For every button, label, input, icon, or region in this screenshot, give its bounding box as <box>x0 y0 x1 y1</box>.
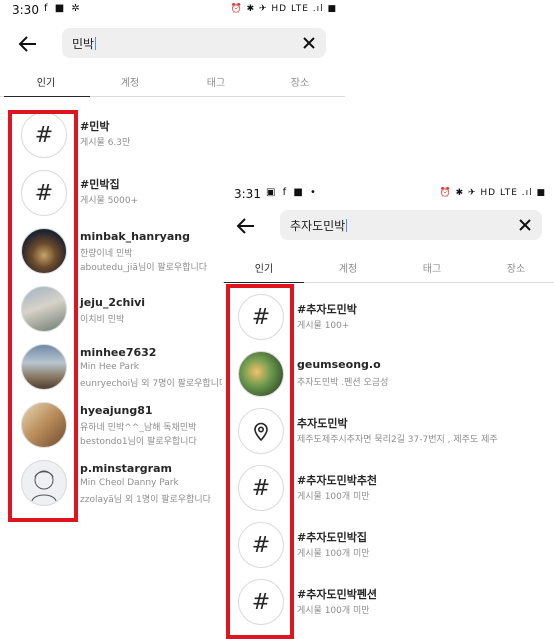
result-title: 추자도민박 <box>297 417 348 430</box>
result-subtitle: 제주도제주시추자면 묵리2길 37-7번지 , 제주도 제주 <box>297 435 498 445</box>
avatar <box>21 460 67 506</box>
list-item[interactable]: geumseong.o 추자도민박 .펜션 오금성 <box>222 345 554 403</box>
list-item[interactable]: # #추자도민박 게시물 100+ <box>222 288 554 346</box>
hashtag-icon: # <box>238 579 284 625</box>
result-title: #추자도민박펜션 <box>297 588 378 601</box>
pin-glyph <box>254 422 268 441</box>
screen-2: 3:31 ▣ f ■ • ⏰ ✱ ✈ HD LTE .ıl ■ 추자도민박 인기… <box>222 180 554 639</box>
result-subtitle: 추자도민박 .펜션 오금성 <box>297 378 389 388</box>
avatar <box>21 344 67 390</box>
sketch-portrait-icon <box>31 470 57 502</box>
avatar <box>238 351 284 397</box>
clear-icon[interactable] <box>518 218 532 232</box>
clear-icon[interactable] <box>302 36 316 50</box>
result-subtitle: 게시물 100개 미만 <box>297 549 370 559</box>
tab-tags[interactable]: 태그 <box>402 260 462 275</box>
notification-icons: f ■ ✲ <box>44 3 82 14</box>
result-subtitle: 이치비 민박 <box>80 315 125 325</box>
status-time: 3:31 <box>234 187 261 201</box>
result-subtitle: 게시물 5000+ <box>80 196 139 206</box>
result-title: minbak_hanryang <box>80 230 190 243</box>
result-title: p.minstargram <box>80 462 172 475</box>
hashtag-icon: # <box>21 170 67 216</box>
list-item[interactable]: # #추자도민박추천 게시물 100개 미만 <box>222 459 554 517</box>
hashtag-icon: # <box>238 522 284 568</box>
back-arrow-icon[interactable] <box>234 214 258 238</box>
result-subtitle: 게시물 100개 미만 <box>297 492 370 502</box>
tab-places[interactable]: 장소 <box>270 74 330 89</box>
search-query: 추자도민박 <box>290 219 346 233</box>
result-subtitle: 게시물 100+ <box>297 321 350 331</box>
result-subtitle: Min Cheol Danny Park <box>80 478 179 488</box>
result-followed-by: eunryechoi님 외 7명이 팔로우합니다 <box>80 379 228 389</box>
system-icons: ⏰ ✱ ✈ HD LTE .ıl ■ <box>230 4 337 14</box>
status-time: 3:30 <box>12 3 39 17</box>
result-title: #민박집 <box>80 178 120 191</box>
result-title: #추자도민박집 <box>297 531 367 544</box>
hashtag-icon: # <box>238 465 284 511</box>
status-bar: 3:31 ▣ f ■ • ⏰ ✱ ✈ HD LTE .ıl ■ <box>222 184 554 206</box>
result-title: #추자도민박 <box>297 303 357 316</box>
result-title: jeju_2chivi <box>80 296 146 309</box>
avatar <box>21 228 67 274</box>
result-subtitle: 한량이네 민박 <box>80 249 133 259</box>
result-subtitle: 게시물 6.3만 <box>80 138 131 148</box>
tab-top[interactable]: 인기 <box>16 74 76 89</box>
avatar <box>21 402 67 448</box>
result-title: #추자도민박추천 <box>297 474 378 487</box>
system-icons: ⏰ ✱ ✈ HD LTE .ıl ■ <box>439 188 546 198</box>
search-query: 민박 <box>72 37 95 51</box>
search-row: 추자도민박 <box>222 208 554 244</box>
result-title: hyeajung81 <box>80 404 153 417</box>
tab-places[interactable]: 장소 <box>486 260 546 275</box>
result-subtitle: Min Hee Park <box>80 362 139 372</box>
active-tab-indicator <box>4 95 90 97</box>
list-item[interactable]: # #추자도민박집 게시물 100개 미만 <box>222 516 554 574</box>
list-item[interactable]: 추자도민박 제주도제주시추자면 묵리2길 37-7번지 , 제주도 제주 <box>222 402 554 460</box>
location-pin-icon <box>238 408 284 454</box>
text-caret <box>95 37 97 50</box>
result-title: geumseong.o <box>297 358 381 371</box>
back-arrow-icon[interactable] <box>16 32 40 56</box>
hashtag-icon: # <box>238 294 284 340</box>
search-tabs: 인기 계정 태그 장소 <box>0 68 345 97</box>
status-bar: 3:30 f ■ ✲ ⏰ ✱ ✈ HD LTE .ıl ■ <box>0 0 345 22</box>
search-row: 민박 <box>0 26 345 62</box>
result-subtitle: 게시물 100개 미만 <box>297 606 370 616</box>
search-tabs: 인기 계정 태그 장소 <box>222 254 554 283</box>
text-caret <box>346 219 348 232</box>
result-followed-by: aboutedu_jiã님이 팔로우합니다 <box>80 263 208 273</box>
active-tab-indicator <box>224 281 304 283</box>
result-title: minhee7632 <box>80 346 157 359</box>
notification-icons: ▣ f ■ • <box>266 187 318 198</box>
hashtag-icon: # <box>21 112 67 158</box>
result-subtitle: 유하네 민박^^_남해 독채민박 <box>80 423 197 433</box>
avatar <box>21 286 67 332</box>
tab-accounts[interactable]: 계정 <box>318 260 378 275</box>
result-followed-by: bestondo1님이 팔로우합니다 <box>80 437 197 447</box>
list-item[interactable]: # #민박 게시물 6.3만 <box>0 106 345 164</box>
tab-accounts[interactable]: 계정 <box>100 74 160 89</box>
list-item[interactable]: # #추자도민박펜션 게시물 100개 미만 <box>222 573 554 631</box>
search-input[interactable]: 민박 <box>62 28 326 58</box>
tab-tags[interactable]: 태그 <box>186 74 246 89</box>
tab-top[interactable]: 인기 <box>234 260 294 275</box>
search-input[interactable]: 추자도민박 <box>280 210 542 240</box>
result-title: #민박 <box>80 120 110 133</box>
result-followed-by: zzolayã님 외 1명이 팔로우합니다 <box>80 495 211 505</box>
